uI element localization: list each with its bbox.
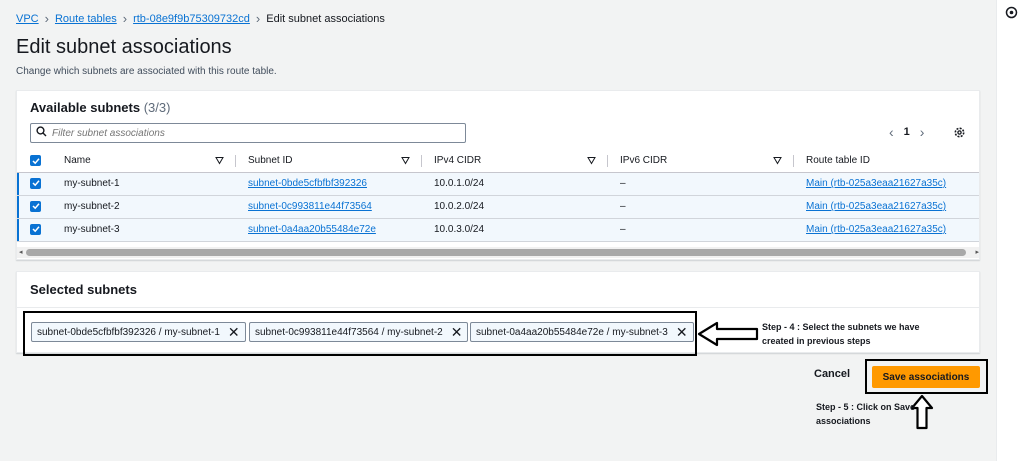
select-all-checkbox[interactable] xyxy=(30,155,41,167)
subnet-id-link[interactable]: subnet-0c993811e44f73564 xyxy=(248,201,372,212)
chevron-right-icon: › xyxy=(255,11,261,26)
column-label-name: Name xyxy=(64,155,91,167)
arrow-left-icon xyxy=(697,321,759,347)
sort-down-icon[interactable] xyxy=(215,156,224,165)
cell-name: my-subnet-3 xyxy=(50,218,236,242)
cell-name: my-subnet-1 xyxy=(50,172,236,196)
page-title: Edit subnet associations xyxy=(16,36,232,58)
breadcrumb-current: Edit subnet associations xyxy=(266,12,385,25)
breadcrumb-vpc[interactable]: VPC xyxy=(16,13,39,25)
subnet-id-link[interactable]: subnet-0a4aa20b55484e72e xyxy=(248,224,376,235)
available-subnets-heading: Available subnets xyxy=(30,100,141,115)
step5-line2: associations xyxy=(816,416,871,426)
breadcrumb: VPC › Route tables › rtb-08e9f9b75309732… xyxy=(16,11,385,26)
row-checkbox[interactable] xyxy=(30,200,41,212)
cancel-button[interactable]: Cancel xyxy=(814,368,850,380)
row-checkbox[interactable] xyxy=(30,223,41,235)
column-label-ipv4: IPv4 CIDR xyxy=(434,155,482,167)
route-table-link[interactable]: Main (rtb-025a3eaa21627a35c) xyxy=(806,178,946,189)
column-header-ipv4[interactable]: IPv4 CIDR xyxy=(422,150,608,173)
scrollbar-thumb[interactable] xyxy=(26,249,966,256)
horizontal-scrollbar[interactable]: ◂ ▸ xyxy=(17,247,979,258)
breadcrumb-route-tables[interactable]: Route tables xyxy=(55,13,117,25)
step5-annotation: Step - 5 : Click on Save associations xyxy=(816,400,915,428)
cell-ipv4: 10.0.2.0/24 xyxy=(422,195,608,219)
column-header-subnet-id[interactable]: Subnet ID xyxy=(236,150,422,173)
subnets-table: Name Subnet ID IPv4 CIDR IPv6 CIDR Route… xyxy=(17,150,979,242)
scroll-left-arrow-icon[interactable]: ◂ xyxy=(19,248,23,256)
page-number[interactable]: 1 xyxy=(904,126,910,138)
step4-line2: created in previous steps xyxy=(762,336,871,346)
filter-box xyxy=(30,123,466,143)
column-header-name[interactable]: Name xyxy=(50,150,236,173)
route-table-link[interactable]: Main (rtb-025a3eaa21627a35c) xyxy=(806,224,946,235)
column-header-ipv6[interactable]: IPv6 CIDR xyxy=(608,150,794,173)
step4-line1: Step - 4 : Select the subnets we have xyxy=(762,322,920,332)
table-header-row: Name Subnet ID IPv4 CIDR IPv6 CIDR Route… xyxy=(17,150,979,173)
step5-line1: Step - 5 : Click on Save xyxy=(816,402,916,412)
select-all-cell[interactable] xyxy=(17,150,50,173)
cell-ipv6: – xyxy=(608,172,794,196)
column-label-subnet-id: Subnet ID xyxy=(248,155,293,167)
column-label-route-table: Route table ID xyxy=(806,155,870,167)
breadcrumb-route-table-id[interactable]: rtb-08e9f9b75309732cd xyxy=(133,13,250,25)
row-select-cell[interactable] xyxy=(17,172,50,196)
sort-down-icon[interactable] xyxy=(773,156,782,165)
cell-route-table: Main (rtb-025a3eaa21627a35c) xyxy=(794,218,979,242)
scroll-right-arrow-icon[interactable]: ▸ xyxy=(975,248,979,256)
info-panel-icon[interactable] xyxy=(1003,4,1019,20)
sort-down-icon[interactable] xyxy=(587,156,596,165)
save-associations-button[interactable]: Save associations xyxy=(872,366,980,388)
step4-highlight-box xyxy=(23,311,697,356)
chevron-right-icon[interactable]: › xyxy=(920,124,925,140)
cell-subnet-id: subnet-0bde5cfbfbf392326 xyxy=(236,172,422,196)
cell-ipv6: – xyxy=(608,195,794,219)
selected-subnets-title: Selected subnets xyxy=(30,282,137,297)
sort-down-icon[interactable] xyxy=(401,156,410,165)
search-icon xyxy=(36,124,47,142)
subnet-id-link[interactable]: subnet-0bde5cfbfbf392326 xyxy=(248,178,367,189)
chevron-left-icon[interactable]: ‹ xyxy=(889,124,894,140)
table-row[interactable]: my-subnet-2 subnet-0c993811e44f73564 10.… xyxy=(17,195,979,219)
row-checkbox[interactable] xyxy=(30,177,41,189)
page-description: Change which subnets are associated with… xyxy=(16,66,277,77)
cell-ipv4: 10.0.3.0/24 xyxy=(422,218,608,242)
available-subnets-panel: Available subnets (3/3) ‹ 1 › xyxy=(16,90,980,260)
cell-subnet-id: subnet-0a4aa20b55484e72e xyxy=(236,218,422,242)
step4-annotation: Step - 4 : Select the subnets we have cr… xyxy=(762,320,920,348)
row-select-cell[interactable] xyxy=(17,218,50,242)
right-rail xyxy=(996,0,1024,461)
available-subnets-count: (3/3) xyxy=(143,100,171,115)
cell-route-table: Main (rtb-025a3eaa21627a35c) xyxy=(794,195,979,219)
chevron-right-icon: › xyxy=(44,11,49,26)
gear-icon[interactable] xyxy=(951,124,967,140)
available-subnets-title: Available subnets (3/3) xyxy=(30,100,170,115)
pagination: ‹ 1 › xyxy=(889,124,924,140)
column-header-route-table[interactable]: Route table ID xyxy=(794,150,979,173)
table-row[interactable]: my-subnet-3 subnet-0a4aa20b55484e72e 10.… xyxy=(17,218,979,242)
cell-ipv4: 10.0.1.0/24 xyxy=(422,172,608,196)
cell-subnet-id: subnet-0c993811e44f73564 xyxy=(236,195,422,219)
column-label-ipv6: IPv6 CIDR xyxy=(620,155,668,167)
route-table-link[interactable]: Main (rtb-025a3eaa21627a35c) xyxy=(806,201,946,212)
filter-input[interactable] xyxy=(52,127,452,139)
selected-subnets-header: Selected subnets xyxy=(17,272,979,308)
cell-ipv6: – xyxy=(608,218,794,242)
chevron-right-icon: › xyxy=(122,11,128,26)
cell-name: my-subnet-2 xyxy=(50,195,236,219)
table-row[interactable]: my-subnet-1 subnet-0bde5cfbfbf392326 10.… xyxy=(17,172,979,196)
row-select-cell[interactable] xyxy=(17,195,50,219)
cell-route-table: Main (rtb-025a3eaa21627a35c) xyxy=(794,172,979,196)
